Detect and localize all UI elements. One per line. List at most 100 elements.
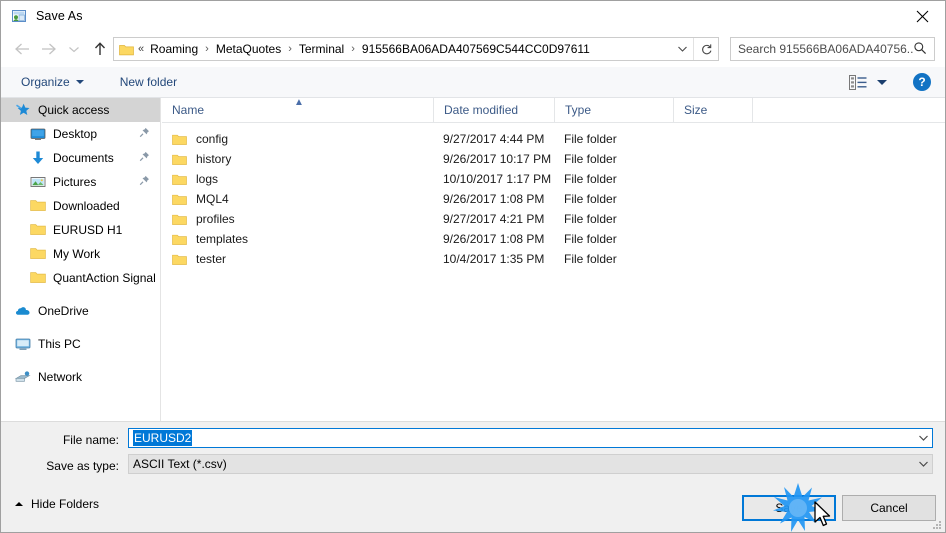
search-icon bbox=[913, 41, 927, 58]
resize-grip[interactable] bbox=[932, 520, 942, 530]
sidebar-item-quick-access[interactable]: Quick access bbox=[1, 98, 160, 122]
pictures-icon bbox=[30, 174, 46, 190]
type-cell: File folder bbox=[564, 132, 617, 146]
table-row[interactable]: profiles 9/27/2017 4:21 PM File folder bbox=[162, 209, 945, 229]
sidebar-item-pictures[interactable]: Pictures bbox=[1, 170, 160, 194]
table-row[interactable]: logs 10/10/2017 1:17 PM File folder bbox=[162, 169, 945, 189]
type-cell: File folder bbox=[564, 232, 617, 246]
column-header-date-modified[interactable]: Date modified bbox=[433, 98, 554, 122]
address-chevron-down-icon[interactable] bbox=[671, 38, 693, 60]
sidebar-item-downloaded[interactable]: Downloaded bbox=[1, 194, 160, 218]
date-modified-cell: 10/10/2017 1:17 PM bbox=[443, 172, 552, 186]
table-row[interactable]: templates 9/26/2017 1:08 PM File folder bbox=[162, 229, 945, 249]
hide-folders-button[interactable]: Hide Folders bbox=[15, 497, 99, 511]
date-modified-cell: 9/26/2017 10:17 PM bbox=[443, 152, 552, 166]
breadcrumb-item-1[interactable]: MetaQuotes bbox=[214, 42, 283, 56]
folder-icon bbox=[172, 193, 187, 206]
file-name-label: tester bbox=[196, 252, 227, 266]
back-icon[interactable] bbox=[9, 36, 35, 62]
sidebar-item-label: My Work bbox=[53, 247, 101, 261]
type-cell: File folder bbox=[564, 172, 617, 186]
folder-icon bbox=[172, 133, 187, 146]
breadcrumb-item-3[interactable]: 915566BA06ADA407569C544CC0D97611 bbox=[360, 42, 592, 56]
file-name-label: config bbox=[196, 132, 229, 146]
table-row[interactable]: MQL4 9/26/2017 1:08 PM File folder bbox=[162, 189, 945, 209]
chevron-down-icon bbox=[75, 80, 84, 84]
type-cell: File folder bbox=[564, 152, 617, 166]
file-name-cell: config bbox=[162, 132, 433, 146]
recent-locations-chevron-down-icon[interactable] bbox=[61, 36, 87, 62]
file-name-cell: logs bbox=[162, 172, 433, 186]
type-cell: File folder bbox=[564, 192, 617, 206]
folder-icon bbox=[30, 270, 46, 286]
folder-icon bbox=[172, 173, 187, 186]
help-label: ? bbox=[918, 75, 926, 89]
folder-icon bbox=[30, 198, 46, 214]
date-modified-cell: 9/27/2017 4:21 PM bbox=[443, 212, 545, 226]
address-bar[interactable]: « Roaming › MetaQuotes › Terminal › 9155… bbox=[113, 37, 719, 61]
breadcrumb-separator: › bbox=[288, 43, 292, 55]
breadcrumb-item-0[interactable]: Roaming bbox=[148, 42, 200, 56]
sidebar-item-label: This PC bbox=[38, 337, 81, 351]
onedrive-cloud-icon bbox=[15, 303, 31, 319]
date-modified-cell: 9/26/2017 1:08 PM bbox=[443, 232, 545, 246]
up-one-level-icon[interactable] bbox=[87, 36, 113, 62]
view-layout-icon[interactable] bbox=[849, 74, 867, 90]
search-input[interactable]: Search 915566BA06ADA40756... bbox=[730, 37, 935, 61]
save-as-type-select[interactable]: ASCII Text (*.csv) bbox=[128, 454, 933, 474]
file-name-input[interactable]: EURUSD2 bbox=[128, 428, 933, 448]
forward-icon[interactable] bbox=[35, 36, 61, 62]
breadcrumb-item-2[interactable]: Terminal bbox=[297, 42, 346, 56]
save-label: Save bbox=[775, 501, 803, 515]
file-name-label: history bbox=[196, 152, 232, 166]
save-as-type-label: Save as type: bbox=[46, 459, 119, 473]
close-icon[interactable] bbox=[899, 1, 945, 31]
cancel-button[interactable]: Cancel bbox=[842, 495, 936, 521]
sidebar-item-label: EURUSD H1 bbox=[53, 223, 123, 237]
file-name-label: templates bbox=[196, 232, 249, 246]
sidebar-item-documents[interactable]: Documents bbox=[1, 146, 160, 170]
desktop-icon bbox=[30, 126, 46, 142]
sidebar-item-desktop[interactable]: Desktop bbox=[1, 122, 160, 146]
sidebar-item-eurusd-h1[interactable]: EURUSD H1 bbox=[1, 218, 160, 242]
new-folder-button[interactable]: New folder bbox=[114, 71, 183, 93]
breadcrumb-separator: › bbox=[205, 43, 209, 55]
column-header-name[interactable]: Name ▲ bbox=[162, 97, 433, 122]
date-modified-cell: 10/4/2017 1:35 PM bbox=[443, 252, 545, 266]
pin-icon[interactable] bbox=[139, 151, 150, 165]
column-label: Size bbox=[684, 103, 708, 117]
sidebar-item-this-pc[interactable]: This PC bbox=[1, 332, 160, 356]
view-chevron-down-icon[interactable] bbox=[877, 79, 887, 85]
organize-button[interactable]: Organize bbox=[15, 71, 90, 93]
column-header-type[interactable]: Type bbox=[554, 98, 673, 122]
file-name-label: profiles bbox=[196, 212, 235, 226]
table-row[interactable]: config 9/27/2017 4:44 PM File folder bbox=[162, 129, 945, 149]
file-name-cell: templates bbox=[162, 232, 433, 246]
this-pc-icon bbox=[15, 336, 31, 352]
save-button[interactable]: Save bbox=[742, 495, 836, 521]
sort-ascending-icon: ▲ bbox=[294, 97, 304, 108]
sidebar-item-my-work[interactable]: My Work bbox=[1, 242, 160, 266]
sidebar-item-network[interactable]: Network bbox=[1, 365, 160, 389]
column-header-row: Name ▲ Date modified Type Size bbox=[162, 97, 945, 123]
type-cell: File folder bbox=[564, 252, 617, 266]
cancel-label: Cancel bbox=[870, 501, 908, 515]
file-name-cell: tester bbox=[162, 252, 433, 266]
table-row[interactable]: history 9/26/2017 10:17 PM File folder bbox=[162, 149, 945, 169]
breadcrumb-overflow[interactable]: « bbox=[134, 43, 148, 55]
refresh-icon[interactable] bbox=[693, 38, 718, 60]
folder-icon bbox=[172, 153, 187, 166]
address-bar-controls bbox=[671, 38, 718, 60]
table-row[interactable]: tester 10/4/2017 1:35 PM File folder bbox=[162, 249, 945, 269]
help-button[interactable]: ? bbox=[913, 73, 931, 91]
sidebar-item-quantaction-signal[interactable]: QuantAction Signal bbox=[1, 266, 160, 290]
chevron-down-icon[interactable] bbox=[915, 429, 932, 447]
pin-icon[interactable] bbox=[139, 127, 150, 141]
column-label: Type bbox=[565, 103, 592, 117]
column-header-size[interactable]: Size bbox=[673, 98, 753, 122]
file-list: Name ▲ Date modified Type Size config 9/… bbox=[162, 97, 945, 421]
chevron-down-icon[interactable] bbox=[915, 455, 932, 473]
sidebar-item-onedrive[interactable]: OneDrive bbox=[1, 299, 160, 323]
save-as-type-value: ASCII Text (*.csv) bbox=[133, 457, 227, 471]
pin-icon[interactable] bbox=[139, 175, 150, 189]
